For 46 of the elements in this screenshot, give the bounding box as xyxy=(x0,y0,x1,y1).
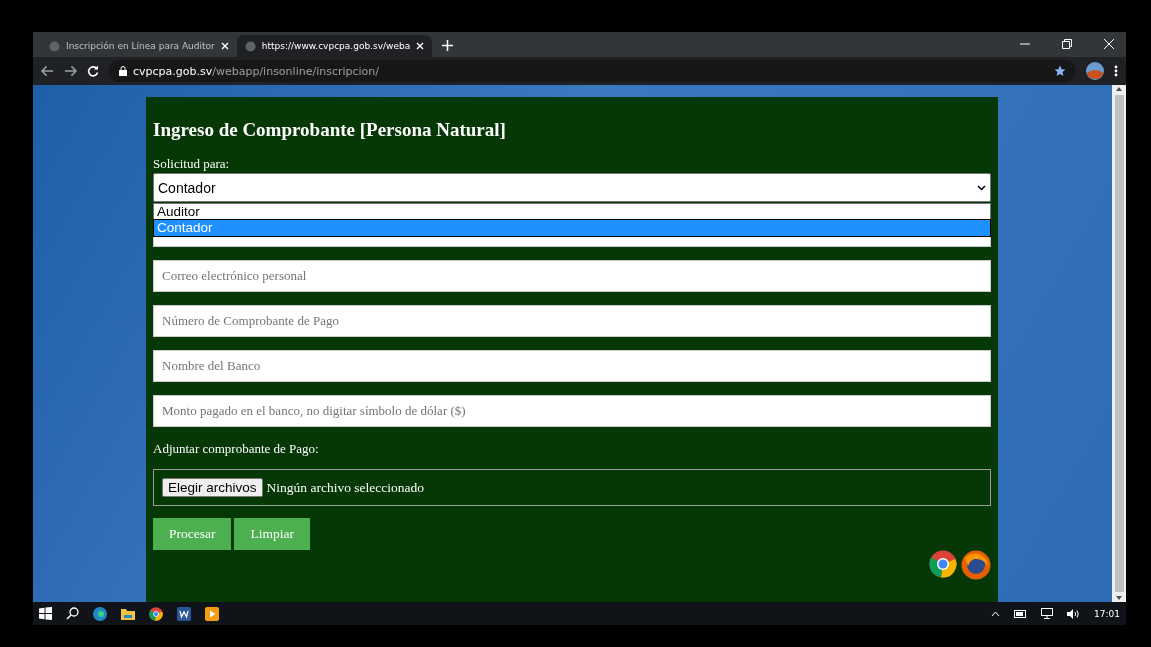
restore-icon[interactable] xyxy=(1062,39,1072,49)
volume-icon[interactable] xyxy=(1067,608,1081,619)
close-icon[interactable] xyxy=(1104,39,1114,49)
scrollbar[interactable] xyxy=(1112,85,1126,602)
close-icon[interactable] xyxy=(220,42,229,50)
network-icon[interactable] xyxy=(1041,608,1054,619)
address-path: /webapp/insonline/inscripcion/ xyxy=(212,64,379,78)
battery-icon[interactable] xyxy=(1014,609,1028,618)
close-icon[interactable] xyxy=(416,42,425,50)
chevron-down-icon xyxy=(977,184,986,191)
input-field[interactable]: Monto pagado en el banco, no digitar símbolo de dólar ($) xyxy=(153,395,991,427)
firefox-logo-icon xyxy=(961,550,991,580)
dropdown-option[interactable]: Auditor xyxy=(154,204,990,220)
windows-logo-icon[interactable] xyxy=(39,607,52,620)
file-status: Ningún archivo seleccionado xyxy=(266,479,424,496)
star-icon[interactable] xyxy=(1054,65,1066,77)
back-arrow-icon[interactable] xyxy=(41,65,54,77)
reload-icon[interactable] xyxy=(87,65,99,77)
choose-files-button[interactable]: Elegir archivos xyxy=(162,478,263,497)
chrome-icon[interactable] xyxy=(149,606,163,621)
chevron-up-icon[interactable] xyxy=(991,610,1001,617)
scroll-thumb[interactable] xyxy=(1114,95,1124,592)
menu-icon[interactable] xyxy=(1114,65,1118,77)
select-field[interactable]: Contador xyxy=(153,173,991,202)
input-field[interactable]: Correo electrónico personal xyxy=(153,260,991,292)
input-field[interactable]: Nombre del Banco xyxy=(153,350,991,382)
folder-icon[interactable] xyxy=(121,607,135,620)
plus-icon[interactable] xyxy=(442,40,454,51)
clock-time: 17:01 xyxy=(1094,608,1120,619)
attach-label: Adjuntar comprobante de Pago: xyxy=(153,441,320,457)
select-label: Solicitud para: xyxy=(153,156,231,172)
media-player-icon[interactable] xyxy=(205,606,219,621)
forward-arrow-icon[interactable] xyxy=(64,65,77,77)
chrome-logo-icon xyxy=(929,550,957,578)
search-icon[interactable] xyxy=(66,607,79,620)
address-host: cvpcpa.gob.sv xyxy=(133,64,213,78)
scroll-up-icon[interactable] xyxy=(1116,87,1122,91)
address-bar[interactable]: cvpcpa.gob.sv/webapp/insonline/inscripcion/ xyxy=(109,60,1076,82)
browser-tab[interactable]: https://www.cvpcpa.gob.sv/weba xyxy=(236,35,433,57)
form-title: Ingreso de Comprobante [Persona Natural] xyxy=(153,119,507,141)
input-field[interactable]: Número de Comprobante de Pago xyxy=(153,305,991,337)
browser-tab[interactable]: Inscripción en Línea para Auditor xyxy=(41,35,237,57)
lock-icon xyxy=(119,66,127,76)
word-icon[interactable] xyxy=(177,606,191,621)
avatar-icon[interactable] xyxy=(1086,62,1104,80)
scroll-down-icon[interactable] xyxy=(1116,596,1122,600)
